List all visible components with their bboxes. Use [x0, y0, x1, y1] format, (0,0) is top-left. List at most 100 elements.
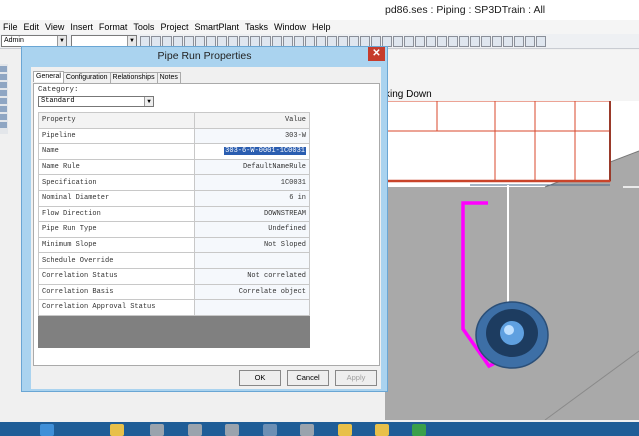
property-name: Correlation Status	[38, 267, 195, 285]
dialog-title: Pipe Run Properties	[157, 50, 252, 62]
table-row[interactable]: Flow Direction DOWNSTREAM	[38, 205, 311, 223]
menu-window[interactable]: Window	[271, 22, 309, 32]
property-name: Nominal Diameter	[38, 189, 195, 207]
menu-edit[interactable]: Edit	[21, 22, 43, 32]
tool-icon[interactable]	[459, 36, 469, 47]
name-value-field[interactable]: 303-6-W-0001-1C0031	[193, 143, 311, 160]
tool-icon[interactable]	[393, 36, 403, 47]
table-row[interactable]: Schedule Override	[38, 252, 311, 269]
property-name: Specification	[38, 174, 195, 191]
tool-icon[interactable]	[404, 36, 414, 47]
tool-icon[interactable]	[0, 82, 7, 88]
property-value[interactable]: DefaultNameRule	[193, 158, 311, 176]
property-name: Minimum Slope	[38, 236, 195, 254]
view-header: king Down	[385, 50, 639, 101]
table-row[interactable]: Correlation Approval Status	[38, 299, 311, 316]
selected-text[interactable]: 303-6-W-0001-1C0031	[224, 147, 306, 156]
taskbar	[0, 422, 639, 436]
taskbar-app-icon[interactable]	[150, 424, 164, 436]
property-value[interactable]	[193, 299, 311, 316]
menu-tools[interactable]: Tools	[130, 22, 157, 32]
start-icon[interactable]	[40, 424, 54, 436]
menu-file[interactable]: File	[0, 22, 21, 32]
tool-icon[interactable]	[492, 36, 502, 47]
taskbar-app-icon[interactable]	[225, 424, 239, 436]
tool-icon[interactable]	[0, 122, 7, 128]
model-3d-view[interactable]	[385, 101, 639, 420]
menu-insert[interactable]: Insert	[67, 22, 96, 32]
property-name: Name	[38, 143, 195, 160]
tool-icon[interactable]	[415, 36, 425, 47]
tab-notes[interactable]: Notes	[156, 72, 181, 83]
taskbar-app-icon[interactable]	[110, 424, 124, 436]
graphic-view[interactable]: king Down	[385, 50, 639, 420]
tab-relationships[interactable]: Relationships	[109, 72, 158, 83]
table-row[interactable]: Pipe Run Type Undefined	[38, 221, 311, 238]
tool-icon[interactable]	[0, 114, 7, 120]
help-icon[interactable]	[536, 36, 546, 47]
property-name: Flow Direction	[38, 205, 195, 223]
property-name: Pipe Run Type	[38, 221, 195, 238]
tool-icon[interactable]	[514, 36, 524, 47]
taskbar-app-icon[interactable]	[188, 424, 202, 436]
property-name: Correlation Basis	[38, 283, 195, 301]
tool-icon[interactable]	[0, 106, 7, 112]
table-row[interactable]: Name Rule DefaultNameRule	[38, 158, 311, 176]
property-name: Name Rule	[38, 158, 195, 176]
table-row[interactable]: Nominal Diameter 6 in	[38, 189, 311, 207]
property-value[interactable]: 303-W	[193, 127, 311, 145]
table-row[interactable]: Minimum Slope Not Sloped	[38, 236, 311, 254]
tab-strip: General Configuration Relationships Note…	[33, 71, 181, 83]
property-value[interactable]	[193, 252, 311, 269]
taskbar-app-icon[interactable]	[300, 424, 314, 436]
category-select[interactable]: Standard ▼	[38, 96, 154, 107]
table-row[interactable]: Specification 1C0031	[38, 174, 311, 191]
property-value[interactable]: Not correlated	[193, 267, 311, 285]
tool-icon[interactable]	[0, 90, 7, 96]
menu-tasks[interactable]: Tasks	[242, 22, 271, 32]
taskbar-app-icon[interactable]	[338, 424, 352, 436]
apply-button[interactable]: Apply	[335, 370, 377, 386]
table-row[interactable]: Correlation Basis Correlate object	[38, 283, 311, 301]
property-value[interactable]: 6 in	[193, 189, 311, 207]
tool-icon[interactable]	[0, 66, 7, 72]
property-value[interactable]: DOWNSTREAM	[193, 205, 311, 223]
tool-icon[interactable]	[481, 36, 491, 47]
property-value[interactable]: Not Sloped	[193, 236, 311, 254]
property-name: Pipeline	[38, 127, 195, 145]
menu-project[interactable]: Project	[157, 22, 191, 32]
property-value[interactable]: Undefined	[193, 221, 311, 238]
taskbar-app-icon[interactable]	[375, 424, 389, 436]
tool-icon[interactable]	[470, 36, 480, 47]
menu-smartplant[interactable]: SmartPlant	[191, 22, 242, 32]
dropdown-arrow-icon: ▼	[127, 36, 136, 46]
tab-configuration[interactable]: Configuration	[62, 72, 111, 83]
property-value[interactable]: Correlate object	[193, 283, 311, 301]
tool-icon[interactable]	[525, 36, 535, 47]
grid-header-row: Property Value	[38, 112, 311, 129]
menu-view[interactable]: View	[42, 22, 67, 32]
tool-icon[interactable]	[0, 98, 7, 104]
table-row[interactable]: Correlation Status Not correlated	[38, 267, 311, 285]
property-value[interactable]: 1C0031	[193, 174, 311, 191]
tool-icon[interactable]	[448, 36, 458, 47]
view-title: king Down	[385, 89, 432, 100]
menu-format[interactable]: Format	[96, 22, 131, 32]
pipe-run-properties-dialog: Pipe Run Properties ✕ General Configurat…	[21, 46, 388, 392]
ok-button[interactable]: OK	[239, 370, 281, 386]
tool-icon[interactable]	[0, 74, 7, 80]
left-toolbar	[0, 64, 8, 134]
taskbar-app-icon[interactable]	[263, 424, 277, 436]
dropdown-arrow-icon: ▼	[57, 36, 66, 46]
taskbar-app-icon[interactable]	[412, 424, 426, 436]
close-icon[interactable]: ✕	[368, 47, 385, 61]
menu-help[interactable]: Help	[309, 22, 334, 32]
table-row[interactable]: Pipeline 303-W	[38, 127, 311, 145]
tool-icon[interactable]	[426, 36, 436, 47]
tool-icon[interactable]	[437, 36, 447, 47]
property-name: Schedule Override	[38, 252, 195, 269]
table-row[interactable]: Name 303-6-W-0001-1C0031	[38, 143, 311, 160]
tab-general[interactable]: General	[33, 71, 64, 82]
tool-icon[interactable]	[503, 36, 513, 47]
cancel-button[interactable]: Cancel	[287, 370, 329, 386]
